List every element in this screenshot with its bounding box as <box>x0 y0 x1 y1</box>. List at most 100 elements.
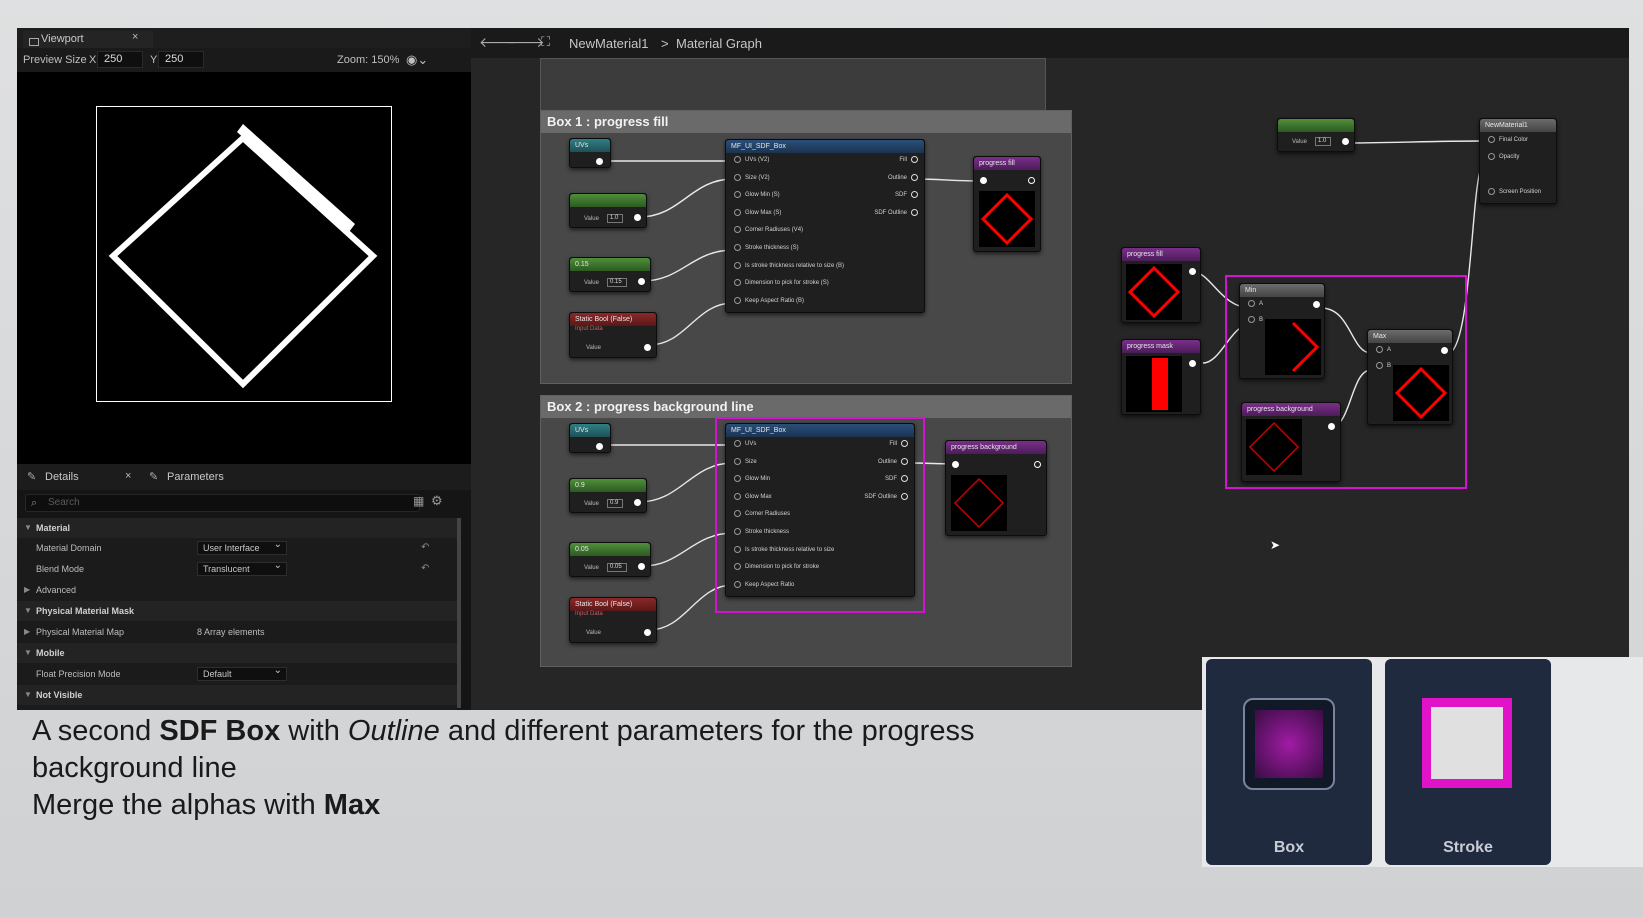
close-icon[interactable]: × <box>125 470 131 482</box>
material-output-node[interactable]: NewMaterial1 Final Color Opacity Screen … <box>1479 118 1557 204</box>
output-pin[interactable] <box>634 499 641 506</box>
uvs-node[interactable]: UVs <box>569 423 611 453</box>
output-pin[interactable]: SDF Outline <box>874 209 918 216</box>
constant-node[interactable]: Value 1.0 <box>569 193 647 228</box>
screen-position-pin[interactable]: Screen Position <box>1488 188 1541 195</box>
progress-fill-ref-node[interactable]: progress fill <box>1121 247 1201 323</box>
reset-icon[interactable]: ↶ <box>421 559 429 579</box>
input-pin[interactable]: Corner Radiuses (V4) <box>734 226 803 233</box>
sdf-box-node-2[interactable]: MF_UI_SDF_Box UVs Size Glow Min Glow Max Cor… <box>725 423 915 597</box>
output-pin[interactable] <box>1342 138 1349 145</box>
input-pin[interactable]: Stroke thickness <box>734 528 789 535</box>
input-pin[interactable]: Dimension to pick for stroke (S) <box>734 279 829 286</box>
value-field[interactable]: 1.0 <box>607 214 623 223</box>
input-pin[interactable]: Glow Max (S) <box>734 209 781 216</box>
material-domain-dropdown[interactable]: User Interface <box>197 539 287 555</box>
close-icon[interactable]: × <box>132 31 138 43</box>
gear-icon[interactable]: ⚙ <box>431 493 443 509</box>
progress-mask-node[interactable]: progress mask <box>1121 339 1201 415</box>
value-field[interactable]: 1.0 <box>1315 137 1331 146</box>
input-pin-a[interactable]: A <box>1248 300 1263 307</box>
table-icon[interactable]: ▦ <box>413 494 424 508</box>
sdf-box-node-1[interactable]: MF_UI_SDF_Box UVs (V2) Size (V2) Glow Min … <box>725 139 925 313</box>
value-field[interactable]: 0.05 <box>607 563 627 572</box>
input-pin[interactable] <box>952 461 959 468</box>
input-pin[interactable]: Dimension to pick for stroke <box>734 563 819 570</box>
output-pin[interactable]: Fill <box>899 156 918 163</box>
tab-parameters[interactable]: ✎ Parameters <box>143 464 224 490</box>
node-title: Static Bool (False) <box>570 598 656 611</box>
constant-node[interactable]: 0.9 Value 0.9 <box>569 478 647 513</box>
output-pin[interactable]: Outline <box>878 458 908 465</box>
section-not-visible[interactable]: ▼ Not Visible <box>17 685 457 705</box>
value-field[interactable]: 0.9 <box>607 499 623 508</box>
output-pin[interactable] <box>596 443 603 450</box>
output-pin[interactable] <box>1313 301 1320 308</box>
output-pin[interactable]: Fill <box>889 440 908 447</box>
input-pin[interactable]: Corner Radiuses <box>734 510 790 517</box>
input-pin[interactable] <box>980 177 987 184</box>
progress-background-node[interactable]: progress background <box>945 440 1047 536</box>
constant-node[interactable]: 0.15 Value 0.15 <box>569 257 651 292</box>
details-scrollbar[interactable] <box>457 518 461 708</box>
details-search-input[interactable]: ⌕ Search <box>25 494 420 512</box>
eye-icon[interactable]: ◉⌄ <box>406 52 428 68</box>
output-pin[interactable] <box>638 563 645 570</box>
output-pin[interactable] <box>644 629 651 636</box>
constant-node[interactable]: Value 1.0 <box>1277 118 1355 152</box>
section-mobile[interactable]: ▼ Mobile <box>17 643 457 663</box>
input-pin[interactable]: Is stroke thickness relative to size <box>734 546 834 553</box>
max-node[interactable]: Max A B <box>1367 329 1453 425</box>
material-graph[interactable]: 🡐 🡒 ⛶ NewMaterial1 > Material Graph Box … <box>471 28 1629 710</box>
input-pin[interactable]: Size (V2) <box>734 174 770 181</box>
section-material[interactable]: ▼ Material <box>17 518 457 538</box>
preview-x-input[interactable]: 250 <box>97 51 143 68</box>
output-pin[interactable] <box>1189 268 1196 275</box>
node-title: progress background <box>1242 403 1340 416</box>
input-pin-b[interactable]: B <box>1376 362 1391 369</box>
input-pin[interactable]: Glow Max <box>734 493 772 500</box>
output-pin[interactable] <box>638 278 645 285</box>
float-precision-dropdown[interactable]: Default <box>197 665 287 681</box>
tab-details[interactable]: ✎ Details <box>21 464 79 490</box>
reset-icon[interactable]: ↶ <box>421 538 429 558</box>
input-pin[interactable]: Glow Min (S) <box>734 191 780 198</box>
output-pin[interactable] <box>596 158 603 165</box>
static-bool-node[interactable]: Static Bool (False) Input Data Value <box>569 597 657 643</box>
constant-node[interactable]: 0.05 Value 0.05 <box>569 542 651 577</box>
value-field[interactable]: 0.15 <box>607 278 627 287</box>
uvs-node[interactable]: UVs <box>569 138 611 168</box>
blend-mode-dropdown[interactable]: Translucent <box>197 560 287 576</box>
static-bool-node[interactable]: Static Bool (False) Input Data Value <box>569 312 657 358</box>
input-pin[interactable]: Size <box>734 458 757 465</box>
input-pin-b[interactable]: B <box>1248 316 1263 323</box>
material-preview[interactable] <box>17 72 471 464</box>
output-pin[interactable] <box>1189 360 1196 367</box>
output-pin[interactable]: SDF <box>895 191 918 198</box>
input-pin[interactable]: UVs (V2) <box>734 156 769 163</box>
section-advanced[interactable]: ▶ Advanced <box>17 580 457 600</box>
output-pin[interactable] <box>1028 177 1035 184</box>
progress-fill-node[interactable]: progress fill <box>973 156 1041 252</box>
opacity-pin[interactable]: Opacity <box>1488 153 1519 160</box>
input-pin[interactable]: Keep Aspect Ratio <box>734 581 794 588</box>
output-pin[interactable]: SDF <box>885 475 908 482</box>
input-pin[interactable]: Is stroke thickness relative to size (B) <box>734 262 844 269</box>
input-pin[interactable]: UVs <box>734 440 756 447</box>
input-pin[interactable]: Stroke thickness (S) <box>734 244 799 251</box>
input-pin[interactable]: Keep Aspect Ratio (B) <box>734 297 804 304</box>
final-color-pin[interactable]: Final Color <box>1488 136 1528 143</box>
input-pin[interactable]: Glow Min <box>734 475 770 482</box>
input-pin-a[interactable]: A <box>1376 346 1391 353</box>
output-pin[interactable] <box>1441 347 1448 354</box>
output-pin[interactable]: SDF Outline <box>864 493 908 500</box>
output-pin[interactable] <box>634 214 641 221</box>
section-physical-material-mask[interactable]: ▼ Physical Material Mask <box>17 601 457 621</box>
output-pin[interactable] <box>1328 423 1335 430</box>
output-pin[interactable] <box>644 344 651 351</box>
preview-y-input[interactable]: 250 <box>158 51 204 68</box>
progress-background-ref-node[interactable]: progress background <box>1241 402 1341 482</box>
output-pin[interactable]: Outline <box>888 174 918 181</box>
min-node[interactable]: Min A B <box>1239 283 1325 379</box>
output-pin[interactable] <box>1034 461 1041 468</box>
